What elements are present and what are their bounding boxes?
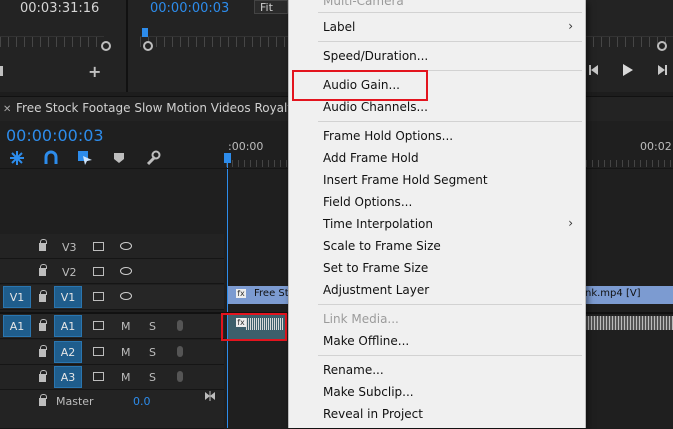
menu-separator xyxy=(318,12,582,13)
lock-icon[interactable] xyxy=(39,345,47,357)
marker-icon[interactable] xyxy=(113,152,125,164)
mute-button[interactable]: M xyxy=(121,371,131,384)
track-header-v2[interactable] xyxy=(0,259,224,284)
mute-button[interactable]: M xyxy=(121,320,131,333)
go-to-end-icon[interactable] xyxy=(204,391,216,401)
menu-item-adjustment-layer[interactable]: Adjustment Layer xyxy=(323,283,429,297)
eye-icon[interactable] xyxy=(120,242,132,250)
audio-clip-highlight xyxy=(221,313,287,341)
ruler-end-label: 00:02: xyxy=(640,140,673,153)
sync-lock-icon[interactable] xyxy=(93,292,104,301)
menu-separator xyxy=(318,355,582,356)
source-patch-a1[interactable]: A1 xyxy=(3,315,31,337)
mic-icon[interactable] xyxy=(177,371,183,382)
track-target-v1[interactable]: V1 xyxy=(54,286,82,308)
snap-icon[interactable] xyxy=(9,150,25,166)
master-volume-value[interactable]: 0.0 xyxy=(133,395,151,408)
source-ruler[interactable] xyxy=(0,36,104,47)
monitor-divider xyxy=(126,0,128,92)
submenu-arrow-icon: › xyxy=(568,19,573,33)
sync-lock-icon[interactable] xyxy=(93,242,104,251)
ruler-start-label: :00:00 xyxy=(228,140,264,153)
sync-lock-icon[interactable] xyxy=(93,347,104,356)
menu-item-make-subclip[interactable]: Make Subclip... xyxy=(323,385,414,399)
track-header-v3[interactable] xyxy=(0,234,224,259)
fx-badge: fx xyxy=(236,289,246,298)
solo-button[interactable]: S xyxy=(149,346,156,359)
program-scrub-handle[interactable] xyxy=(143,41,153,51)
menu-item-scale-to-frame-size[interactable]: Scale to Frame Size xyxy=(323,239,441,253)
lock-icon[interactable] xyxy=(39,394,47,406)
menu-separator xyxy=(318,121,582,122)
program-end-handle[interactable] xyxy=(657,41,667,51)
lock-icon[interactable] xyxy=(39,370,47,382)
add-marker-button[interactable]: + xyxy=(88,62,101,81)
eye-icon[interactable] xyxy=(120,267,132,275)
menu-separator xyxy=(318,41,582,42)
menu-item-link-media[interactable]: Link Media... xyxy=(323,312,399,326)
track-name: V2 xyxy=(62,266,77,279)
track-header-v1[interactable] xyxy=(0,285,224,310)
master-label: Master xyxy=(56,395,94,408)
solo-button[interactable]: S xyxy=(149,320,156,333)
sync-lock-icon[interactable] xyxy=(93,267,104,276)
mute-button[interactable]: M xyxy=(121,346,131,359)
menu-item-time-interpolation[interactable]: Time Interpolation xyxy=(323,217,433,231)
program-ruler[interactable] xyxy=(140,36,288,47)
lock-icon[interactable] xyxy=(39,319,47,331)
lock-icon[interactable] xyxy=(39,290,47,302)
menu-item-make-offline[interactable]: Make Offline... xyxy=(323,334,409,348)
fit-dropdown[interactable]: Fit xyxy=(254,0,288,14)
menu-item-multi-camera[interactable]: Multi-Camera xyxy=(323,0,404,8)
menu-item-reveal-in-project[interactable]: Reveal in Project xyxy=(323,407,423,421)
menu-item-set-to-frame-size[interactable]: Set to Frame Size xyxy=(323,261,428,275)
mic-icon[interactable] xyxy=(177,346,183,357)
source-edge-icon xyxy=(0,66,3,76)
track-header-a2[interactable] xyxy=(0,340,224,365)
menu-item-rename[interactable]: Rename... xyxy=(323,363,384,377)
solo-button[interactable]: S xyxy=(149,371,156,384)
mic-icon[interactable] xyxy=(177,320,183,331)
timeline-playhead-icon[interactable] xyxy=(224,153,231,163)
lock-icon[interactable] xyxy=(39,239,47,251)
add-marker-icon[interactable] xyxy=(77,150,93,166)
menu-item-speed-duration[interactable]: Speed/Duration... xyxy=(323,49,428,63)
menu-item-audio-channels[interactable]: Audio Channels... xyxy=(323,100,428,114)
track-target-a3[interactable]: A3 xyxy=(54,366,82,388)
program-playhead-icon[interactable] xyxy=(142,28,148,37)
audio-waveform-continued xyxy=(585,316,673,330)
track-header-a1[interactable] xyxy=(0,314,224,339)
track-target-a2[interactable]: A2 xyxy=(54,341,82,363)
sync-lock-icon[interactable] xyxy=(93,372,104,381)
step-forward-icon[interactable] xyxy=(656,64,668,76)
wrench-icon[interactable] xyxy=(145,150,161,166)
source-timecode[interactable]: 00:03:31:16 xyxy=(20,1,99,16)
timeline-timecode[interactable]: 00:00:00:03 xyxy=(6,126,104,145)
menu-item-frame-hold-options[interactable]: Frame Hold Options... xyxy=(323,129,453,143)
step-back-icon[interactable] xyxy=(588,64,600,76)
source-patch-v1[interactable]: V1 xyxy=(3,286,31,308)
context-menu: Multi-Camera Label › Speed/Duration... A… xyxy=(288,0,586,428)
track-header-a3[interactable] xyxy=(0,365,224,390)
audio-gain-highlight xyxy=(292,70,428,101)
menu-item-field-options[interactable]: Field Options... xyxy=(323,195,412,209)
sync-lock-icon[interactable] xyxy=(93,321,104,330)
menu-item-label[interactable]: Label xyxy=(323,20,355,34)
program-timecode[interactable]: 00:00:00:03 xyxy=(150,1,229,16)
submenu-arrow-icon: › xyxy=(568,216,573,230)
menu-separator xyxy=(318,304,582,305)
play-icon[interactable] xyxy=(622,63,634,77)
tab-close-icon[interactable]: ✕ xyxy=(3,104,11,115)
track-target-a1[interactable]: A1 xyxy=(54,315,82,337)
track-name: V3 xyxy=(62,241,77,254)
menu-item-insert-frame-hold-segment[interactable]: Insert Frame Hold Segment xyxy=(323,173,488,187)
lock-icon[interactable] xyxy=(39,264,47,276)
menu-item-add-frame-hold[interactable]: Add Frame Hold xyxy=(323,151,419,165)
video-clip-right-label: nk.mp4 [V] xyxy=(585,288,641,299)
source-scrub-handle[interactable] xyxy=(101,41,111,51)
linked-selection-icon[interactable] xyxy=(43,150,59,166)
eye-icon[interactable] xyxy=(120,292,132,300)
track-header-master[interactable] xyxy=(0,390,224,429)
